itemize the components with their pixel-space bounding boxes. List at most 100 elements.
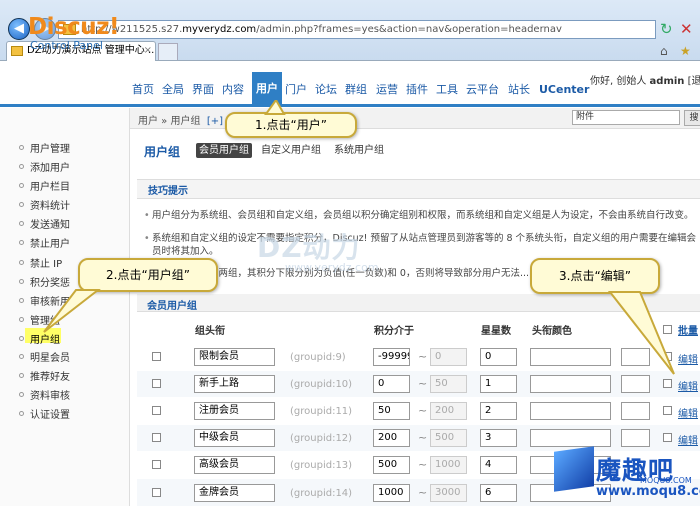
row-checkbox[interactable] — [152, 406, 161, 415]
tab-member-groups[interactable]: 会员用户组 — [196, 143, 252, 158]
points-max-input: 3000 — [430, 484, 467, 502]
sidebar-item-send-notice[interactable]: 发送通知 — [19, 216, 70, 231]
admin-username: admin — [649, 76, 685, 87]
discuz-logo: Discuz! — [28, 14, 120, 40]
favorites-star-icon[interactable]: ★ — [680, 44, 691, 58]
refresh-icon[interactable]: ↻ — [660, 20, 673, 38]
nav-forum[interactable]: 论坛 — [315, 81, 337, 99]
tab-close-icon[interactable]: × — [144, 42, 152, 60]
sidebar-item-star-members[interactable]: 明星会员 — [19, 349, 70, 364]
stars-input[interactable]: 2 — [480, 402, 517, 420]
points-min-input[interactable]: 1000 — [373, 484, 410, 502]
add-menu-link[interactable]: [+] — [207, 116, 223, 127]
batch-checkbox[interactable] — [663, 406, 672, 415]
stars-input[interactable]: 3 — [480, 429, 517, 447]
tips-title: 技巧提示 — [148, 186, 188, 197]
title-color-input[interactable] — [530, 429, 611, 447]
sidebar-item-user-manage[interactable]: 用户管理 — [19, 140, 70, 155]
col-header-points: 积分介于 — [374, 326, 414, 337]
search-button[interactable]: 搜 — [684, 110, 700, 126]
range-separator: ~ — [418, 377, 428, 390]
sidebar-item-user-fields[interactable]: 用户栏目 — [19, 178, 70, 193]
points-min-input[interactable]: 0 — [373, 375, 410, 393]
home-icon[interactable]: ⌂ — [660, 44, 668, 58]
nav-portal[interactable]: 门户 — [285, 81, 307, 99]
sidebar-item-add-user[interactable]: 添加用户 — [19, 159, 70, 174]
edit-link[interactable]: 编辑 — [678, 351, 698, 366]
group-name-input[interactable]: 注册会员 — [194, 402, 275, 420]
edit-link[interactable]: 编辑 — [678, 405, 698, 420]
title-color-input[interactable] — [530, 348, 611, 366]
batch-checkbox[interactable] — [663, 433, 672, 442]
callout-step-3: 3.点击“编辑” — [530, 258, 660, 294]
color-picker[interactable] — [621, 429, 650, 447]
logout-link[interactable]: [退出] — [688, 76, 700, 87]
nav-style[interactable]: 界面 — [192, 81, 214, 99]
edit-link[interactable]: 编辑 — [678, 378, 698, 393]
row-checkbox[interactable] — [152, 488, 161, 497]
nav-webmaster[interactable]: 站长 — [508, 81, 530, 99]
nav-operation[interactable]: 运营 — [376, 81, 398, 99]
row-checkbox[interactable] — [152, 460, 161, 469]
title-color-input[interactable] — [530, 402, 611, 420]
sidebar-item-recommend-friends[interactable]: 推荐好友 — [19, 368, 70, 383]
group-section-title: 会员用户组 — [147, 301, 197, 312]
nav-global[interactable]: 全局 — [162, 81, 184, 99]
points-min-input[interactable]: 500 — [373, 456, 410, 474]
nav-cloud[interactable]: 云平台 — [466, 81, 499, 99]
col-header-name: 组头衔 — [195, 326, 225, 337]
breadcrumb: 用户 » 用户组 [+] — [138, 116, 224, 127]
edit-link[interactable]: 编辑 — [678, 432, 698, 447]
nav-ucenter[interactable]: UCenter — [539, 81, 589, 99]
sidebar-item-profile-review[interactable]: 资料审核 — [19, 387, 70, 402]
batch-checkbox[interactable] — [663, 379, 672, 388]
stars-input[interactable]: 0 — [480, 348, 517, 366]
group-id: (groupid:9) — [290, 352, 346, 363]
menu-search-input[interactable]: 附件 — [572, 110, 680, 125]
row-checkbox[interactable] — [152, 352, 161, 361]
new-tab-button[interactable] — [158, 43, 178, 60]
back-icon[interactable]: ◀ — [8, 18, 30, 40]
group-name-input[interactable]: 中级会员 — [194, 429, 275, 447]
points-min-input[interactable]: 50 — [373, 402, 410, 420]
group-name-input[interactable]: 新手上路 — [194, 375, 275, 393]
batch-edit-link[interactable]: 批量 — [678, 322, 698, 337]
nav-plugin[interactable]: 插件 — [406, 81, 428, 99]
points-min-input[interactable]: -999999 — [373, 348, 410, 366]
points-max-input: 0 — [430, 348, 467, 366]
sidebar-item-profile-stats[interactable]: 资料统计 — [19, 197, 70, 212]
tab-custom-groups[interactable]: 自定义用户组 — [261, 143, 321, 158]
stars-input[interactable]: 6 — [480, 484, 517, 502]
nav-content[interactable]: 内容 — [222, 81, 244, 99]
sidebar-item-ban-user[interactable]: 禁止用户 — [19, 235, 70, 250]
nav-group[interactable]: 群组 — [345, 81, 367, 99]
group-id: (groupid:14) — [290, 488, 353, 499]
site-brand-watermark: 魔趣吧 MOQU8.COM www.moqu8.com — [550, 446, 700, 506]
points-max-input: 500 — [430, 429, 467, 447]
callout-step-3-pointer — [607, 291, 675, 375]
tip-line-1: 用户组分为系统组、会员组和自定义组，会员组以积分确定组别和权限，而系统组和自定义… — [144, 209, 697, 222]
watermark-url: www.verydz.com — [285, 261, 379, 274]
group-name-input[interactable]: 高级会员 — [194, 456, 275, 474]
title-color-input[interactable] — [530, 375, 611, 393]
sidebar-item-credits[interactable]: 积分奖惩 — [19, 274, 70, 289]
tab-system-groups[interactable]: 系统用户组 — [334, 143, 384, 158]
nav-tools[interactable]: 工具 — [436, 81, 458, 99]
group-name-input[interactable]: 限制会员 — [194, 348, 275, 366]
sidebar-item-ban-ip[interactable]: 禁止 IP — [19, 255, 62, 270]
group-name-input[interactable]: 金牌会员 — [194, 484, 275, 502]
group-id: (groupid:12) — [290, 433, 353, 444]
points-min-input[interactable]: 200 — [373, 429, 410, 447]
stars-input[interactable]: 1 — [480, 375, 517, 393]
row-checkbox[interactable] — [152, 433, 161, 442]
color-picker[interactable] — [621, 402, 650, 420]
stop-icon[interactable]: ✕ — [680, 20, 693, 38]
address-bar[interactable]: http://w211525.s27.myverydz.com/admin.ph… — [58, 20, 656, 39]
greeting: 你好, 创始人 admin [退出] — [590, 72, 700, 87]
brand-url: www.moqu8.com — [596, 484, 700, 499]
row-checkbox[interactable] — [152, 379, 161, 388]
sidebar-item-verify-settings[interactable]: 认证设置 — [19, 406, 70, 421]
callout-step-2: 2.点击“用户组” — [78, 258, 218, 292]
stars-input[interactable]: 4 — [480, 456, 517, 474]
nav-home[interactable]: 首页 — [132, 81, 154, 99]
